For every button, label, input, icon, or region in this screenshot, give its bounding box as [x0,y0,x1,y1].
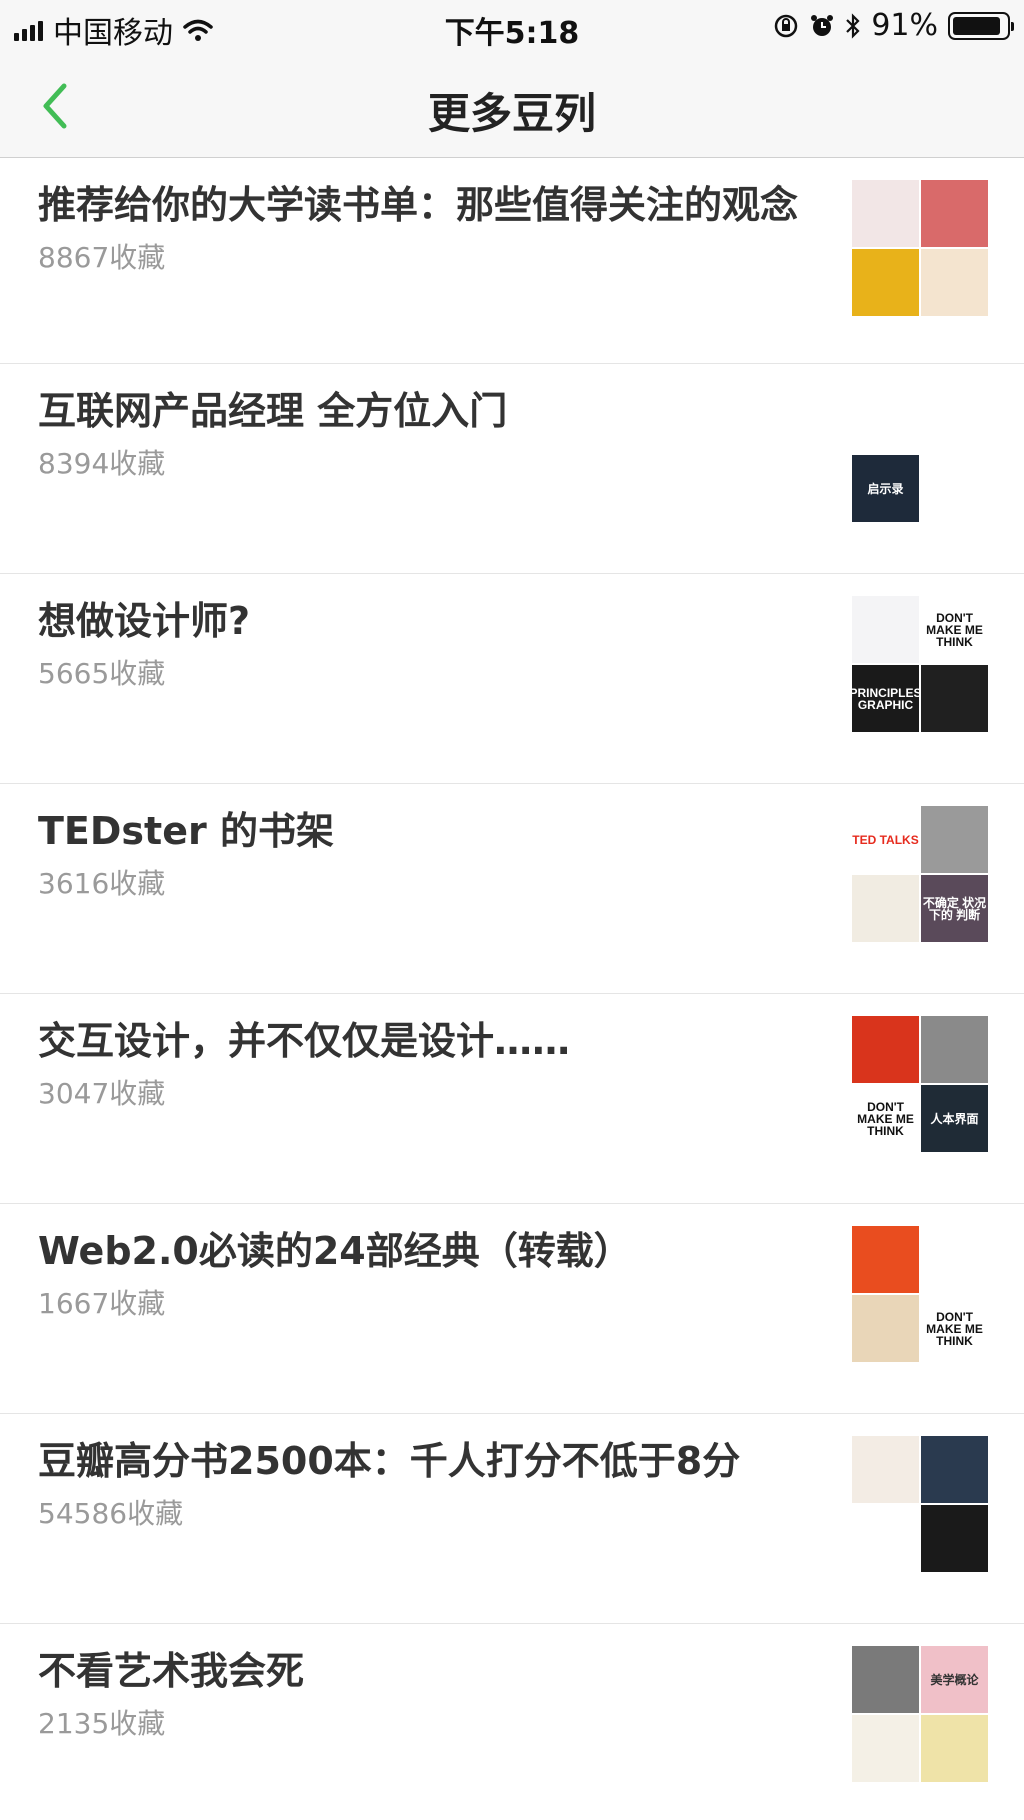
book-cover-grid: TED TALKS 不确定 状况下的 判断 [852,806,988,942]
list-item-title: TEDster 的书架 [38,809,334,853]
book-cover: DON'T MAKE ME THINK [921,596,988,663]
list-item-title: 不看艺术我会死 [38,1649,305,1693]
book-cover [852,1016,919,1083]
book-cover [921,386,988,453]
alarm-icon [811,14,834,36]
list-item-count: 8394收藏 [38,447,166,480]
list-item-count: 54586收藏 [38,1497,184,1530]
nav-bar: 更多豆列 [0,52,1024,158]
list-item-title: 推荐给你的大学读书单：那些值得关注的观念 [38,183,799,227]
book-cover [921,1505,988,1572]
battery-fill [953,16,1001,35]
bluetooth-icon [846,12,860,39]
book-cover-grid: DON'T MAKE ME THINK [852,1226,988,1362]
book-cover [921,1715,988,1782]
chevron-left-icon [43,83,67,129]
list-item-text: 交互设计，并不仅仅是设计…… 3047收藏 [38,1018,808,1112]
list-item[interactable]: 推荐给你的大学读书单：那些值得关注的观念 8867收藏 [0,158,1024,364]
battery-icon [948,11,1014,40]
book-cover [921,806,988,873]
list-item[interactable]: TEDster 的书架 3616收藏 TED TALKS 不确定 状况下的 判断 [0,784,1024,994]
book-cover [852,1226,919,1293]
list-item-title: Web2.0必读的24部经典（转载） [38,1229,632,1273]
book-cover [921,1436,988,1503]
book-cover [921,1016,988,1083]
list-item-count: 1667收藏 [38,1287,166,1320]
book-cover: 启示录 [852,455,919,522]
book-cover-grid: DON'T MAKE ME THINK 人本界面 [852,1016,988,1152]
back-button[interactable] [30,78,86,134]
list-item-title: 互联网产品经理 全方位入门 [38,389,508,433]
book-cover: PRINCIPLES GRAPHIC [852,665,919,732]
list-item-text: TEDster 的书架 3616收藏 [38,808,808,902]
book-cover [852,1436,919,1503]
list-item-count: 5665收藏 [38,657,166,690]
book-cover [921,249,988,316]
book-cover: DON'T MAKE ME THINK [921,1295,988,1362]
book-cover: 人本界面 [921,1085,988,1152]
book-cover-grid [852,180,988,316]
book-cover [921,455,988,522]
book-cover: DON'T MAKE ME THINK [852,1085,919,1152]
book-cover [852,249,919,316]
list-item-count: 3616收藏 [38,867,166,900]
list-item-text: 推荐给你的大学读书单：那些值得关注的观念 8867收藏 [38,182,808,276]
list-item-text: 想做设计师? 5665收藏 [38,598,808,692]
page-title: 更多豆列 [427,89,596,138]
book-cover-grid: DON'T MAKE ME THINK PRINCIPLES GRAPHIC [852,596,988,732]
doulist-list: 推荐给你的大学读书单：那些值得关注的观念 8867收藏互联网产品经理 全方位入门 8… [0,158,1024,1820]
list-item[interactable]: 交互设计，并不仅仅是设计…… 3047收藏 DON'T MAKE ME THINK 人… [0,994,1024,1204]
book-cover [852,1715,919,1782]
book-cover [852,1295,919,1362]
list-item-title: 豆瓣高分书2500本：千人打分不低于8分 [38,1439,741,1483]
list-item-title: 想做设计师? [38,599,251,643]
status-right: 91% [773,8,1014,43]
list-item-count: 2135收藏 [38,1707,166,1740]
list-item[interactable]: Web2.0必读的24部经典（转载） 1667收藏 DON'T MAKE ME TH… [0,1204,1024,1414]
book-cover-grid: 启示录 [852,386,988,522]
book-cover [921,180,988,247]
list-item[interactable]: 想做设计师? 5665收藏 DON'T MAKE ME THINK PRINCIPLE… [0,574,1024,784]
book-cover [921,1226,988,1293]
book-cover [852,386,919,453]
book-cover [921,665,988,732]
list-item[interactable]: 互联网产品经理 全方位入门 8394收藏 启示录 [0,364,1024,574]
orientation-lock-icon [775,14,798,37]
list-item-count: 8867收藏 [38,241,166,274]
list-item[interactable]: 不看艺术我会死 2135收藏 美学概论 [0,1624,1024,1820]
list-item[interactable]: 豆瓣高分书2500本：千人打分不低于8分 54586收藏 [0,1414,1024,1624]
book-cover-grid: 美学概论 [852,1646,988,1782]
status-bar: 中国移动 下午5:18 91% [0,0,1024,52]
book-cover: TED TALKS [852,806,919,873]
list-item-text: Web2.0必读的24部经典（转载） 1667收藏 [38,1228,808,1322]
book-cover: 美学概论 [921,1646,988,1713]
book-cover [852,180,919,247]
list-item-text: 互联网产品经理 全方位入门 8394收藏 [38,388,808,482]
list-item-text: 不看艺术我会死 2135收藏 [38,1648,808,1742]
book-cover-grid [852,1436,988,1572]
list-item-text: 豆瓣高分书2500本：千人打分不低于8分 54586收藏 [38,1438,808,1532]
list-item-count: 3047收藏 [38,1077,166,1110]
list-item-title: 交互设计，并不仅仅是设计…… [38,1019,571,1063]
book-cover [852,1646,919,1713]
book-cover [852,1505,919,1572]
book-cover [852,875,919,942]
battery-percent: 91% [871,8,938,43]
book-cover [852,596,919,663]
book-cover: 不确定 状况下的 判断 [921,875,988,942]
